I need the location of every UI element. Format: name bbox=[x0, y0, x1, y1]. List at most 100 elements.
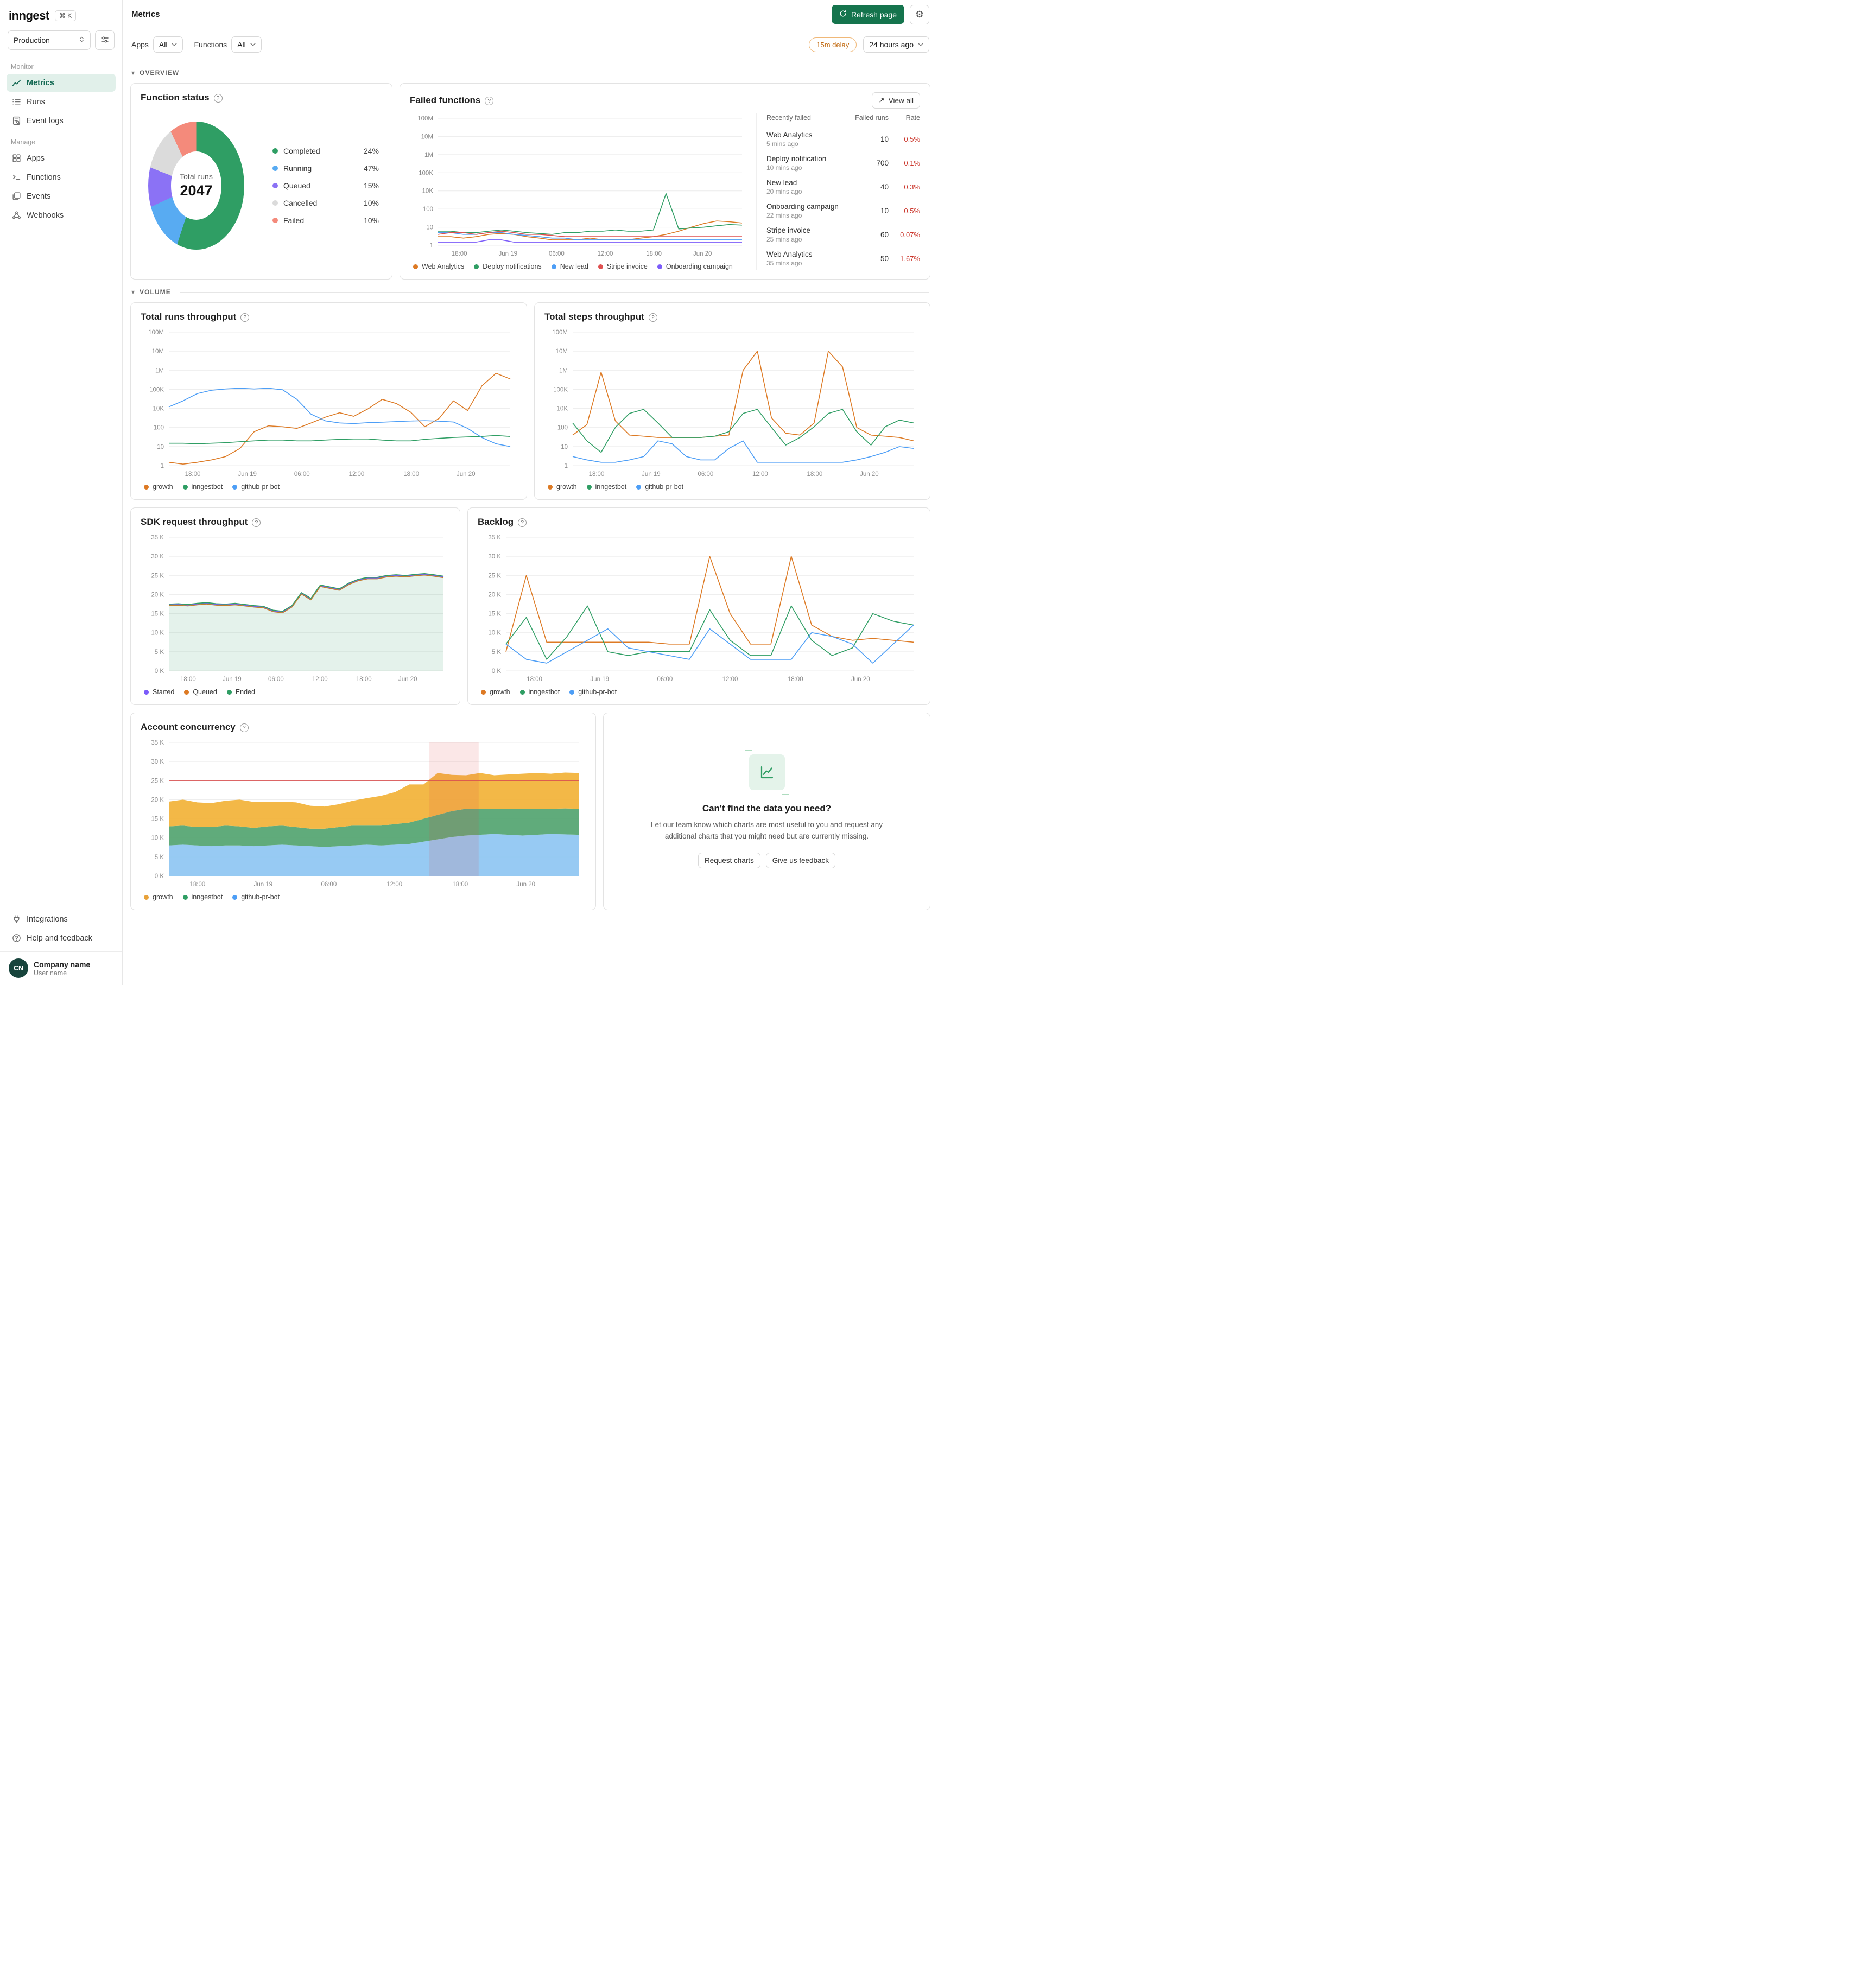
status-legend-item-failed[interactable]: Failed 10% bbox=[272, 212, 379, 229]
legend-value: 10% bbox=[363, 199, 379, 207]
functions-filter-select[interactable]: All bbox=[231, 36, 262, 53]
failed-function-name: Onboarding campaign bbox=[766, 202, 839, 211]
sidebar-item-metrics[interactable]: Metrics bbox=[7, 74, 116, 92]
help-icon[interactable]: ? bbox=[213, 93, 223, 103]
legend-dot bbox=[182, 484, 188, 490]
legend-dot bbox=[551, 264, 556, 269]
account-concurrency-chart-legend: growth inngestbot github-pr-bot bbox=[141, 893, 586, 901]
command-k-shortcut[interactable]: ⌘ K bbox=[54, 10, 77, 21]
legend-dot bbox=[481, 689, 486, 695]
total-runs-chart-legend: growth inngestbot github-pr-bot bbox=[141, 483, 517, 491]
sidebar-item-label: Integrations bbox=[27, 914, 68, 924]
failed-function-row[interactable]: Onboarding campaign 22 mins ago 10 0.5% bbox=[766, 199, 920, 223]
sdk-request-chart: 35 K 30 K 25 K 20 K 15 K 10 K 5 K 0 K 18:00 Jun 1… bbox=[141, 532, 450, 685]
status-legend-item-running[interactable]: Running 47% bbox=[272, 160, 379, 177]
legend-item-growth[interactable]: growth bbox=[144, 893, 173, 901]
failed-functions-card: Failed functions ? ↗ View all 100M 10M 1M 1… bbox=[400, 83, 930, 280]
legend-item-ended[interactable]: Ended bbox=[226, 688, 255, 696]
account-concurrency-chart: 35 K 30 K 25 K 20 K 15 K 10 K 5 K 0 K 18:00 Jun 1… bbox=[141, 737, 586, 890]
settings-button[interactable]: ⚙ bbox=[910, 4, 929, 24]
svg-text:18:00: 18:00 bbox=[452, 881, 468, 888]
help-icon[interactable]: ? bbox=[240, 313, 250, 322]
legend-item-queued[interactable]: Queued bbox=[184, 688, 217, 696]
failed-function-row[interactable]: Web Analytics 5 mins ago 10 0.5% bbox=[766, 127, 920, 151]
legend-item-inngestbot[interactable]: inngestbot bbox=[182, 893, 223, 901]
top-bar: Metrics Refresh page ⚙ bbox=[123, 0, 938, 29]
legend-item-inngestbot[interactable]: inngestbot bbox=[182, 483, 223, 491]
refresh-page-button[interactable]: Refresh page bbox=[831, 5, 904, 24]
legend-item-inngestbot[interactable]: inngestbot bbox=[519, 688, 560, 696]
legend-item-stripe-invoice[interactable]: Stripe invoice bbox=[598, 263, 648, 270]
failed-function-row[interactable]: Stripe invoice 25 mins ago 60 0.07% bbox=[766, 223, 920, 246]
chart-icon bbox=[760, 766, 773, 778]
total-steps-throughput-card: Total steps throughput ? 100M 10M 1M 100K 10… bbox=[534, 302, 930, 500]
help-icon[interactable]: ? bbox=[252, 518, 261, 527]
failed-runs-count: 10 bbox=[880, 206, 889, 215]
failed-function-row[interactable]: Deploy notification 10 mins ago 700 0.1% bbox=[766, 151, 920, 175]
collapse-chevron-icon[interactable]: ▾ bbox=[131, 288, 135, 296]
svg-text:06:00: 06:00 bbox=[698, 471, 714, 478]
help-icon[interactable]: ? bbox=[518, 518, 527, 527]
legend-item-inngestbot[interactable]: inngestbot bbox=[586, 483, 626, 491]
svg-text:15 K: 15 K bbox=[151, 611, 164, 618]
legend-item-onboarding-campaign[interactable]: Onboarding campaign bbox=[657, 263, 733, 270]
legend-item-github-pr-bot[interactable]: github-pr-bot bbox=[636, 483, 683, 491]
function-status-title: Function status bbox=[141, 92, 210, 103]
status-legend-item-completed[interactable]: Completed 24% bbox=[272, 142, 379, 160]
sidebar-item-help-and-feedback[interactable]: Help and feedback bbox=[7, 929, 116, 947]
svg-text:100: 100 bbox=[154, 425, 164, 431]
sidebar-item-apps[interactable]: Apps bbox=[7, 149, 116, 167]
failed-function-row[interactable]: New lead 20 mins ago 40 0.3% bbox=[766, 175, 920, 199]
legend-item-github-pr-bot[interactable]: github-pr-bot bbox=[569, 688, 617, 696]
cta-body: Let our team know which charts are most … bbox=[651, 820, 883, 840]
donut-center-value: 2047 bbox=[180, 182, 213, 199]
help-icon[interactable]: ? bbox=[485, 96, 494, 105]
donut-center-label: Total runs bbox=[180, 172, 213, 181]
account-row[interactable]: CN Company name User name bbox=[0, 951, 122, 984]
legend-dot bbox=[272, 183, 278, 188]
legend-label: growth bbox=[490, 688, 510, 696]
webhooks-icon bbox=[12, 211, 21, 220]
give-feedback-button[interactable]: Give us feedback bbox=[765, 853, 836, 869]
failed-function-row[interactable]: Web Analytics 35 mins ago 50 1.67% bbox=[766, 246, 920, 270]
sidebar-item-event-logs[interactable]: Event logs bbox=[7, 112, 116, 130]
legend-item-web-analytics[interactable]: Web Analytics bbox=[413, 263, 464, 270]
legend-item-growth[interactable]: growth bbox=[481, 688, 510, 696]
legend-item-github-pr-bot[interactable]: github-pr-bot bbox=[232, 893, 280, 901]
sidebar-item-functions[interactable]: Functions bbox=[7, 168, 116, 186]
sidebar-item-events[interactable]: Events bbox=[7, 187, 116, 205]
legend-item-new-lead[interactable]: New lead bbox=[551, 263, 588, 270]
sidebar-item-runs[interactable]: Runs bbox=[7, 93, 116, 111]
sidebar-item-webhooks[interactable]: Webhooks bbox=[7, 206, 116, 224]
legend-label: growth bbox=[153, 483, 173, 491]
environment-filter-button[interactable] bbox=[95, 30, 115, 50]
apps-filter-select[interactable]: All bbox=[153, 36, 183, 53]
svg-text:Jun 20: Jun 20 bbox=[693, 251, 712, 257]
help-icon[interactable]: ? bbox=[239, 723, 249, 732]
legend-item-deploy-notifications[interactable]: Deploy notifications bbox=[474, 263, 542, 270]
legend-item-growth[interactable]: growth bbox=[144, 483, 173, 491]
status-legend-item-cancelled[interactable]: Cancelled 10% bbox=[272, 194, 379, 212]
legend-dot bbox=[272, 200, 278, 206]
legend-label: Cancelled bbox=[283, 199, 318, 207]
legend-item-github-pr-bot[interactable]: github-pr-bot bbox=[232, 483, 280, 491]
request-charts-button[interactable]: Request charts bbox=[698, 853, 760, 869]
status-legend-item-queued[interactable]: Queued 15% bbox=[272, 177, 379, 194]
legend-dot bbox=[232, 484, 238, 490]
app-root: inngest ⌘ K Production Monitor Metrics Run… bbox=[0, 0, 938, 984]
legend-item-growth[interactable]: growth bbox=[548, 483, 577, 491]
environment-select[interactable]: Production bbox=[8, 30, 91, 50]
view-all-button[interactable]: ↗ View all bbox=[872, 92, 920, 109]
collapse-chevron-icon[interactable]: ▾ bbox=[131, 69, 135, 77]
sidebar-bottom: Integrations Help and feedback CN Company… bbox=[0, 910, 122, 984]
sidebar-item-integrations[interactable]: Integrations bbox=[7, 910, 116, 928]
help-icon bbox=[12, 933, 21, 943]
time-range-select[interactable]: 24 hours ago bbox=[863, 36, 929, 53]
svg-text:18:00: 18:00 bbox=[190, 881, 206, 888]
main-area: Metrics Refresh page ⚙ Apps All Function… bbox=[123, 0, 938, 984]
help-icon[interactable]: ? bbox=[648, 313, 657, 322]
svg-text:25 K: 25 K bbox=[151, 778, 164, 784]
svg-text:18:00: 18:00 bbox=[452, 251, 467, 257]
legend-item-started[interactable]: Started bbox=[144, 688, 174, 696]
delay-badge: 15m delay bbox=[809, 37, 857, 52]
